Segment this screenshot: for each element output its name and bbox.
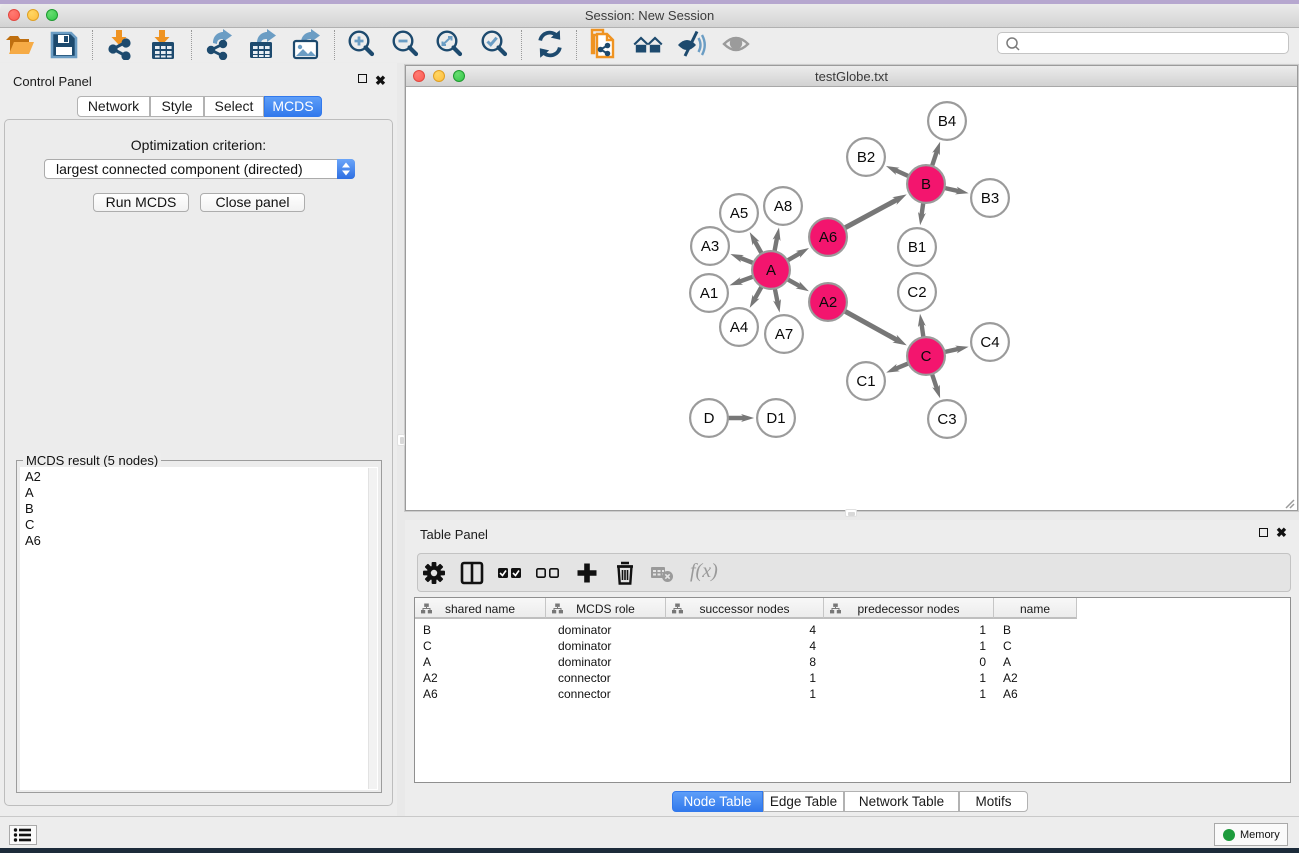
svg-text:C: C — [921, 348, 932, 365]
svg-text:A2: A2 — [819, 294, 837, 311]
svg-text:A3: A3 — [701, 238, 719, 255]
svg-text:A1: A1 — [700, 285, 718, 302]
svg-text:C1: C1 — [856, 373, 875, 390]
svg-text:A8: A8 — [774, 198, 792, 215]
svg-text:C2: C2 — [907, 284, 926, 301]
svg-text:A: A — [766, 262, 776, 279]
svg-text:A5: A5 — [730, 205, 748, 222]
svg-text:D1: D1 — [766, 410, 785, 427]
svg-text:A6: A6 — [819, 229, 837, 246]
svg-text:B3: B3 — [981, 190, 999, 207]
svg-text:A4: A4 — [730, 319, 748, 336]
svg-text:C4: C4 — [980, 334, 999, 351]
svg-text:B2: B2 — [857, 149, 875, 166]
svg-text:B: B — [921, 176, 931, 193]
svg-text:B1: B1 — [908, 239, 926, 256]
svg-text:D: D — [704, 410, 715, 427]
svg-text:C3: C3 — [937, 411, 956, 428]
svg-text:B4: B4 — [938, 113, 956, 130]
svg-text:A7: A7 — [775, 326, 793, 343]
